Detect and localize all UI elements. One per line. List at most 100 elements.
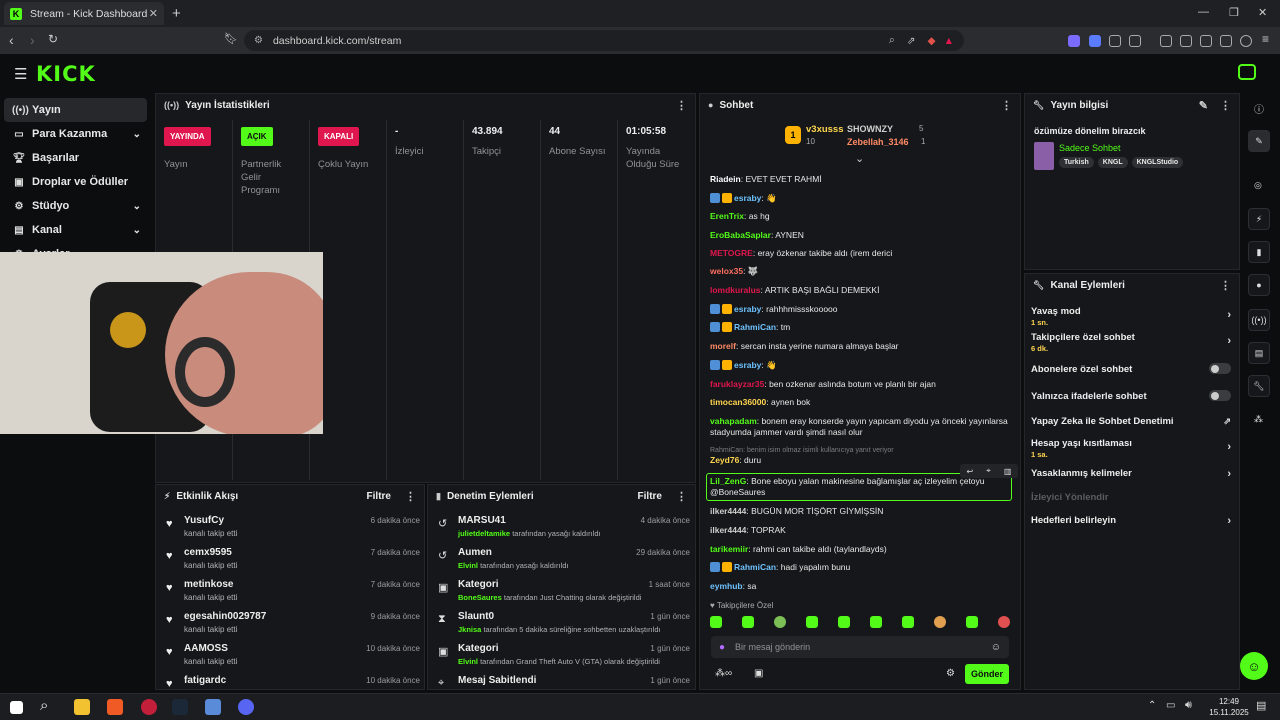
steam-icon[interactable] [172, 699, 188, 715]
reply-icon[interactable]: ↩ [967, 467, 974, 476]
filter-button[interactable]: Filtre [367, 491, 391, 502]
emote-icon[interactable] [902, 616, 914, 628]
chat-message[interactable]: welox35: 🐺 [710, 266, 1010, 277]
chat-rail-icon[interactable]: ● [1248, 274, 1270, 296]
chat-username[interactable]: faruklayzar35 [710, 379, 764, 389]
ai-moderation-item[interactable]: Yapay Zeka ile Sohbet Denetimi ⇗ [1031, 416, 1231, 427]
chat-username[interactable]: ErenTrix [710, 211, 744, 221]
list-item[interactable]: ⌖ Mesaj Sabitlendi 1 gün önce [436, 673, 690, 689]
extension-icon[interactable] [1068, 35, 1080, 47]
chat-username[interactable]: lomdkuralus [710, 285, 761, 295]
chat-username[interactable]: esraby [734, 360, 761, 370]
chat-message[interactable]: ilker4444: TOPRAK [710, 525, 1010, 536]
leader-name[interactable]: v3xusss [806, 124, 844, 135]
list-item[interactable]: ▣ Kategori Elvinl tarafından Grand Theft A… [436, 641, 690, 673]
collapse-leaderboard-icon[interactable]: ⌄ [855, 152, 864, 165]
site-info-icon[interactable]: ⚙︎ [254, 35, 263, 46]
emote-icon[interactable] [742, 616, 754, 628]
chat-username[interactable]: vahapadam [710, 416, 757, 426]
app-icon[interactable] [205, 699, 221, 715]
chat-users-icon[interactable]: ⁂∞ [715, 668, 732, 679]
tag-badge[interactable]: KNGLStudio [1131, 157, 1184, 168]
chat-username[interactable]: Zeyd76 [710, 455, 739, 465]
zoom-icon[interactable]: ⌕ [889, 34, 895, 47]
chat-username[interactable]: morelf [710, 341, 736, 351]
browser-tab[interactable]: K Stream - Kick Dashboard ✕ [4, 2, 164, 25]
close-tab-icon[interactable]: ✕ [149, 7, 158, 20]
chat-settings-gear-icon[interactable]: ⚙︎ [946, 668, 955, 679]
music-icon[interactable] [1160, 35, 1172, 47]
info-icon[interactable]: ⓘ [1254, 101, 1264, 116]
brave-rewards-icon[interactable]: ▲ [944, 35, 954, 47]
slow-mode-item[interactable]: Yavaş mod 1 sn. › [1031, 306, 1231, 327]
extension-icon[interactable] [1109, 35, 1121, 47]
list-item[interactable]: ⧗ Slaunt0 Jknisa tarafından 5 dakika sürel… [436, 609, 690, 641]
moderation-rail-icon[interactable]: ▮ [1248, 241, 1270, 263]
emotes-only-toggle[interactable] [1209, 390, 1231, 401]
chat-message[interactable]: morelf: sercan insta yerine numara almay… [710, 341, 1010, 352]
wallet-icon[interactable] [1200, 35, 1212, 47]
chat-message[interactable]: esraby: 👋 [710, 360, 1010, 371]
chat-username[interactable]: eymhub [710, 581, 743, 591]
sidebar-item-kanal[interactable]: ▤ Kanal ⌄ [4, 218, 147, 242]
chat-message[interactable]: timocan36000: aynen bok [710, 397, 1010, 408]
more-options-icon[interactable]: ⋮ [676, 99, 687, 112]
leo-ai-icon[interactable] [1220, 35, 1232, 47]
chat-username[interactable]: EroBabaSaplar [710, 230, 771, 240]
more-options-icon[interactable]: ⋮ [1001, 99, 1012, 112]
category-thumbnail[interactable] [1034, 142, 1054, 170]
emote-icon[interactable] [998, 616, 1010, 628]
chat-message[interactable]: esraby: rahhhmissskooooo [710, 304, 1010, 315]
minimize-icon[interactable]: — [1198, 6, 1209, 18]
back-icon[interactable]: ‹ [9, 32, 14, 48]
file-explorer-icon[interactable] [74, 699, 90, 715]
account-age-item[interactable]: Hesap yaşı kısıtlaması 1 sa. › [1031, 438, 1231, 459]
sidebar-item-yayin[interactable]: ((•)) Yayın [4, 98, 147, 122]
chat-message[interactable]: ErenTrix: as hg [710, 211, 1010, 222]
share-icon[interactable]: ⇗ [907, 35, 916, 47]
emote-icon[interactable] [934, 616, 946, 628]
emote-icon[interactable] [966, 616, 978, 628]
list-item[interactable]: ♥ egesahin0029787 kanalı takip etti 9 dakik… [164, 609, 420, 641]
emote-icon[interactable] [806, 616, 818, 628]
stream-info-rail-icon[interactable]: ▤ [1248, 342, 1270, 364]
menu-icon[interactable]: ≡ [1262, 32, 1269, 46]
list-item[interactable]: ♥ fatigardc 10 dakika önce [164, 673, 420, 689]
emote-icon[interactable] [838, 616, 850, 628]
chat-message[interactable]: RahmiCan: tm [710, 322, 1010, 333]
tray-chevron-icon[interactable]: ⌃ [1148, 700, 1156, 711]
subscribers-only-toggle[interactable] [1209, 363, 1231, 374]
brave-shield-icon[interactable]: ◆ [928, 35, 936, 47]
search-icon[interactable]: ⌕ [40, 697, 48, 714]
chat-username[interactable]: timocan36000 [710, 397, 766, 407]
pin-icon[interactable]: ⌖ [986, 466, 991, 476]
list-item[interactable]: ▣ Kategori BoneSaures tarafından Just Chat… [436, 577, 690, 609]
new-tab-icon[interactable]: + [172, 5, 181, 22]
chat-username[interactable]: Riadein [710, 174, 741, 184]
extension-icon[interactable] [1129, 35, 1141, 47]
emote-icon[interactable] [710, 616, 722, 628]
followers-only-item[interactable]: Takipçilere özel sohbet 6 dk. › [1031, 332, 1231, 353]
chat-message[interactable]: RahmiCan: hadi yapalım bunu [710, 562, 1010, 573]
reload-icon[interactable]: ↻ [48, 32, 58, 46]
more-options-icon[interactable]: ⋮ [676, 490, 687, 503]
stream-category[interactable]: Sadece Sohbet [1059, 143, 1121, 153]
extension-icon[interactable] [1089, 35, 1101, 47]
list-item[interactable]: ♥ cemx9595 kanalı takip etti 7 dakika önce [164, 545, 420, 577]
maximize-icon[interactable]: ❐ [1229, 6, 1239, 19]
chat-message[interactable]: tarikemiir: rahmi can takibe aldı (tayla… [710, 544, 1010, 555]
chat-username[interactable]: tarikemiir [710, 544, 748, 554]
chat-username[interactable]: esraby [734, 193, 761, 203]
chat-message[interactable]: faruklayzar35: ben ozkenar aslında botum… [710, 379, 1010, 390]
list-item[interactable]: ♥ YusufCy kanalı takip etti 6 dakika önce [164, 513, 420, 545]
list-item[interactable]: ↺ Aumen Elvinl tarafından yasağı kaldırıld… [436, 545, 690, 577]
hamburger-menu-icon[interactable]: ☰ [14, 65, 27, 83]
close-window-icon[interactable]: ✕ [1258, 6, 1267, 19]
leader-name[interactable]: Zebellah_3146 [847, 137, 909, 147]
more-options-icon[interactable]: ⋮ [1220, 99, 1231, 112]
support-chat-button[interactable]: ☺ [1240, 652, 1268, 680]
notifications-icon[interactable]: ▤ [1256, 699, 1266, 712]
bookmark-icon[interactable]: 🔖︎ [224, 32, 238, 45]
edit-rail-icon[interactable]: ✎ [1248, 130, 1270, 152]
chat-message[interactable]: ilker4444: BUGÜN MOR TİŞÖRT GİYMİŞSİN [710, 506, 1010, 517]
